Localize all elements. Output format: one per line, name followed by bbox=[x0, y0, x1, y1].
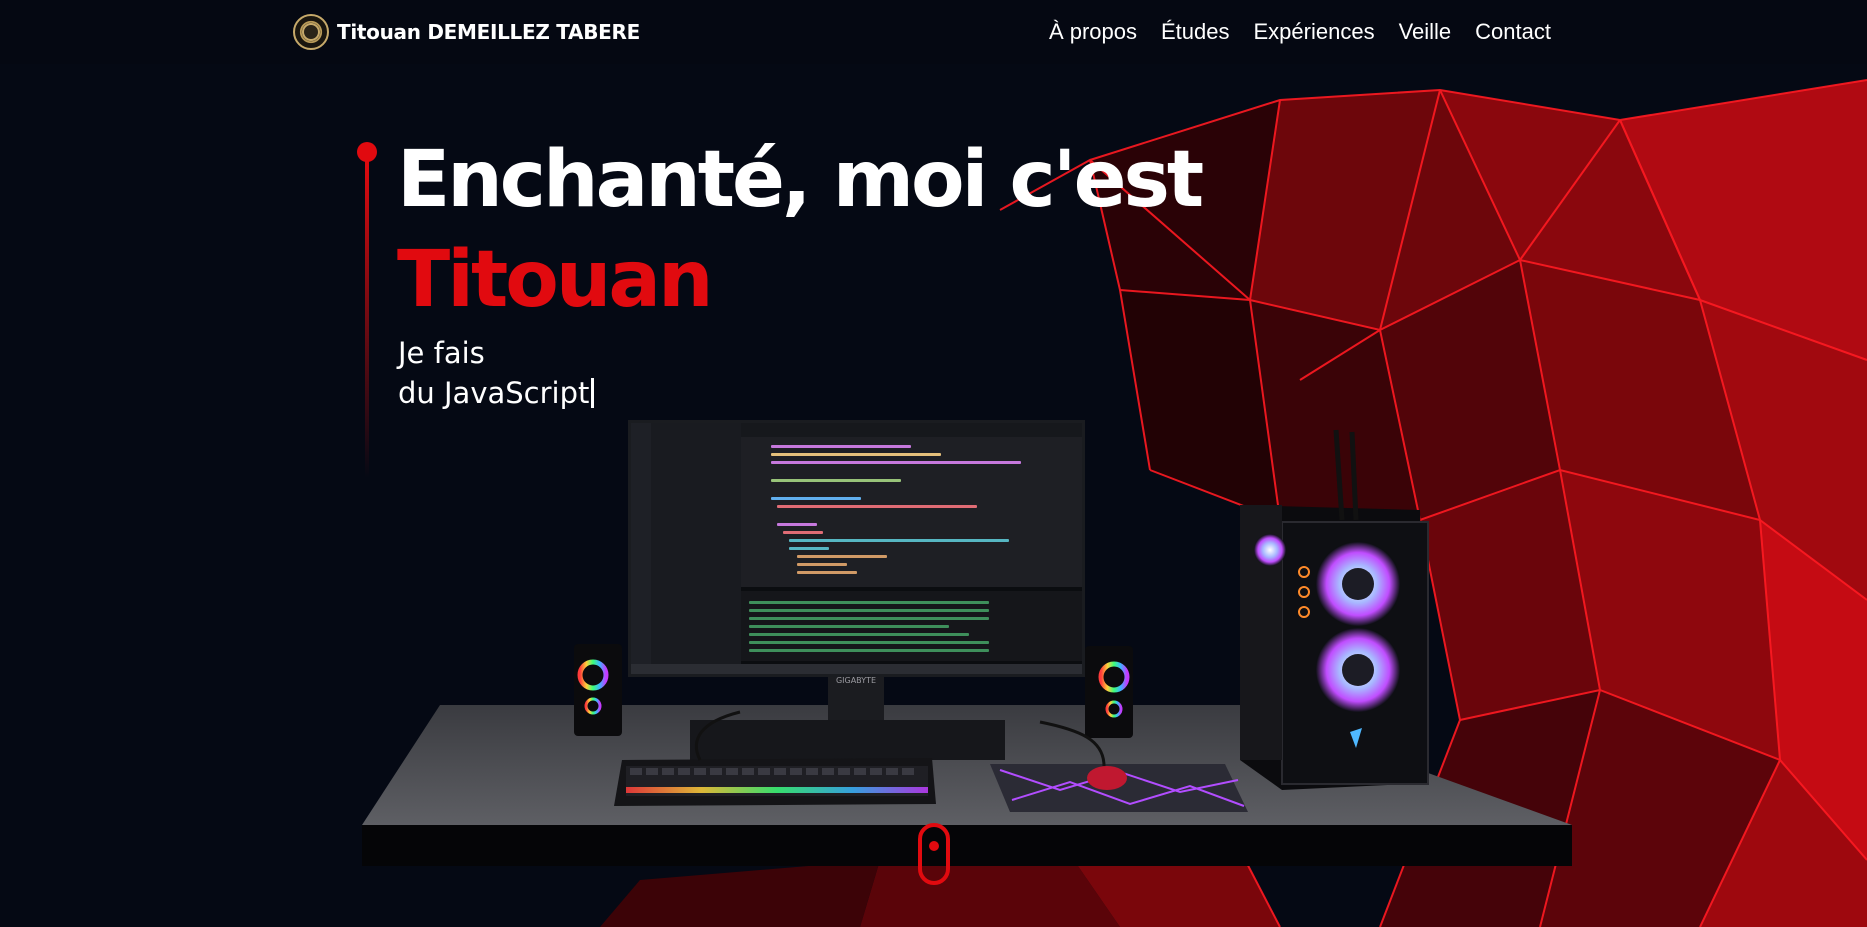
vscode-activity-bar bbox=[631, 423, 651, 674]
top-navbar: Titouan DEMEILLEZ TABERE À propos Études… bbox=[0, 0, 1867, 64]
nav-link-contact[interactable]: Contact bbox=[1475, 19, 1551, 45]
vscode-tabs bbox=[741, 423, 1082, 437]
hero-name: Titouan bbox=[397, 235, 714, 325]
vscode-editor bbox=[741, 437, 1082, 587]
brand-name: Titouan DEMEILLEZ TABERE bbox=[337, 20, 640, 44]
vscode-status-bar bbox=[631, 664, 1082, 674]
monitor-screen bbox=[628, 420, 1085, 677]
nav-menu: À propos Études Expériences Veille Conta… bbox=[1049, 19, 1551, 45]
nav-link-veille[interactable]: Veille bbox=[1399, 19, 1452, 45]
typewriter-text: du JavaScript bbox=[398, 376, 590, 410]
hero-subtitle-line1: Je fais bbox=[398, 336, 485, 370]
hero-subtitle-line2: du JavaScript bbox=[398, 376, 595, 410]
hero-accent-line bbox=[365, 158, 369, 478]
hero-title: Enchanté, moi c'est bbox=[397, 135, 1204, 225]
vscode-explorer bbox=[651, 423, 741, 674]
vscode-terminal bbox=[741, 591, 1082, 661]
monogram-logo-icon bbox=[293, 14, 329, 50]
page: Titouan DEMEILLEZ TABERE À propos Études… bbox=[0, 0, 1867, 927]
brand-link[interactable]: Titouan DEMEILLEZ TABERE bbox=[293, 14, 640, 50]
nav-link-a-propos[interactable]: À propos bbox=[1049, 19, 1137, 45]
mouse-scroll-icon[interactable] bbox=[918, 823, 950, 885]
nav-link-etudes[interactable]: Études bbox=[1161, 19, 1230, 45]
nav-link-experiences[interactable]: Expériences bbox=[1254, 19, 1375, 45]
scroll-dot bbox=[929, 841, 939, 851]
typewriter-caret bbox=[591, 378, 595, 408]
